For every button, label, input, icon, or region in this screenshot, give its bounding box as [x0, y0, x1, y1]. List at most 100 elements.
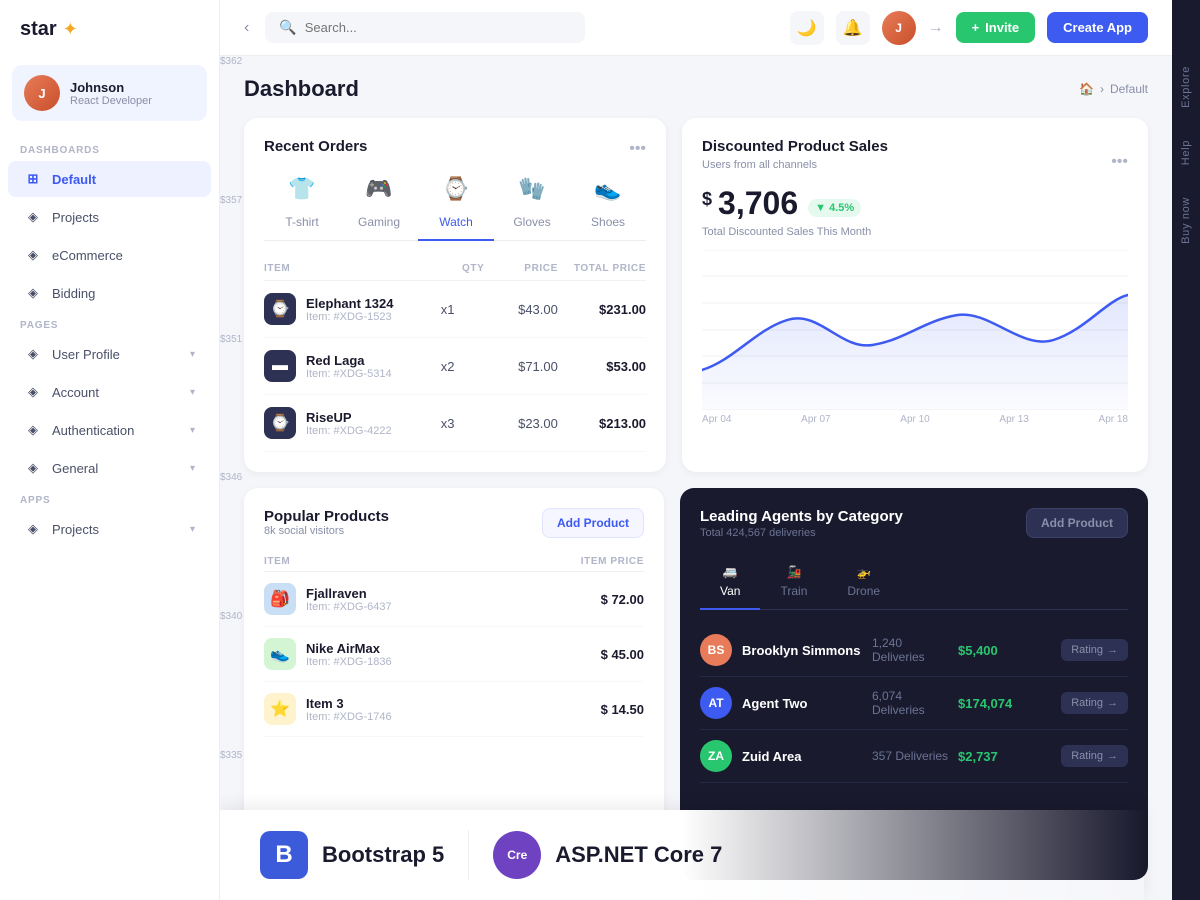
bidding-icon: ◈ [24, 284, 42, 302]
item-details: Nike AirMax Item: #XDG-1836 [306, 641, 392, 668]
item-cell: 🎒 Fjallraven Item: #XDG-6437 [264, 583, 517, 615]
agents-add-button[interactable]: Add Product [1026, 508, 1128, 538]
help-tab[interactable]: Help [1176, 134, 1196, 171]
tab-tshirt[interactable]: 👕 T-shirt [264, 159, 340, 241]
table-header: ITEM QTY PRICE TOTAL PRICE [264, 257, 646, 281]
section-dashboards: DASHBOARDS [0, 137, 219, 160]
arrow-right-icon: → [1107, 750, 1118, 762]
sidebar-item-default[interactable]: ⊞ Default [8, 161, 211, 197]
gloves-icon: 🧤 [512, 169, 552, 209]
product-image: 👟 [264, 638, 296, 670]
growth-badge: ▼ 4.5% [808, 199, 861, 217]
sidebar-item-label: Projects [52, 210, 195, 225]
sidebar-logo: star ✦ [0, 0, 219, 59]
drone-icon: 🚁 [856, 565, 871, 579]
notifications-button[interactable]: 🔔 [836, 11, 870, 45]
sidebar-item-ecommerce[interactable]: ◈ eCommerce [8, 237, 211, 273]
tab-gaming[interactable]: 🎮 Gaming [340, 159, 418, 241]
tab-watch[interactable]: ⌚ Watch [418, 159, 494, 241]
tab-gloves[interactable]: 🧤 Gloves [494, 159, 570, 241]
price-cell: $23.00 [484, 416, 557, 431]
buy-now-tab[interactable]: Buy now [1176, 191, 1196, 250]
collapse-button[interactable]: ‹ [244, 19, 249, 37]
user-avatar-button[interactable]: J [882, 11, 916, 45]
item-price: $ 72.00 [517, 592, 644, 607]
page-title: Dashboard [244, 76, 359, 102]
card-title-group: Discounted Product Sales Users from all … [702, 138, 888, 185]
breadcrumb-separator: › [1100, 82, 1104, 96]
tab-drone[interactable]: 🚁 Drone [827, 557, 900, 610]
item-name: Elephant 1324 [306, 296, 393, 311]
item-details: Fjallraven Item: #XDG-6437 [306, 586, 392, 613]
line-chart [702, 250, 1128, 410]
avatar: ZA [700, 740, 732, 772]
chart-area: $362 $357 $351 $346 $340 $335 $330 [702, 250, 1128, 429]
chart-wrapper: Apr 04 Apr 07 Apr 10 Apr 13 Apr 18 [702, 250, 1128, 429]
recent-orders-card: Recent Orders ••• 👕 T-shirt 🎮 Gaming [244, 118, 666, 472]
logo-text: star [20, 18, 57, 41]
rating-button[interactable]: Rating → [1061, 692, 1128, 714]
search-input[interactable] [305, 20, 572, 35]
tshirt-icon: 👕 [282, 169, 322, 209]
sidebar-item-general[interactable]: ◈ General ▾ [8, 450, 211, 486]
sidebar-item-projects[interactable]: ◈ Projects [8, 199, 211, 235]
bootstrap-badge: B [260, 831, 308, 879]
agent-name: Zuid Area [742, 749, 801, 764]
user-name: Johnson [70, 80, 152, 95]
breadcrumb: 🏠 › Default [1079, 82, 1148, 96]
sidebar-item-user-profile[interactable]: ◈ User Profile ▾ [8, 336, 211, 372]
top-cards-row: Recent Orders ••• 👕 T-shirt 🎮 Gaming [244, 118, 1148, 472]
auth-icon: ◈ [24, 421, 42, 439]
col-price: ITEM PRICE [517, 556, 644, 567]
sidebar-user[interactable]: J Johnson React Developer [12, 65, 207, 121]
rating-button[interactable]: Rating → [1061, 639, 1128, 661]
apps-projects-icon: ◈ [24, 520, 42, 538]
search-box[interactable]: 🔍 [265, 12, 585, 43]
agent-deliveries: 6,074 Deliveries [872, 689, 958, 717]
card-header: Recent Orders ••• [264, 138, 646, 159]
card-menu-button[interactable]: ••• [629, 140, 646, 158]
shoes-icon: 👟 [588, 169, 628, 209]
sidebar-item-label: eCommerce [52, 248, 195, 263]
table-row: ZA Zuid Area 357 Deliveries $2,737 Ratin… [700, 730, 1128, 783]
projects-icon: ◈ [24, 208, 42, 226]
avatar: BS [700, 634, 732, 666]
chart-container [702, 250, 1128, 410]
tab-drone-label: Drone [847, 584, 880, 598]
sidebar-item-apps-projects[interactable]: ◈ Projects ▾ [8, 511, 211, 547]
tab-train[interactable]: 🚂 Train [760, 557, 827, 610]
promo-divider [468, 830, 469, 880]
rating-button[interactable]: Rating → [1061, 745, 1128, 767]
tab-shoes[interactable]: 👟 Shoes [570, 159, 646, 241]
chevron-down-icon: ▾ [190, 425, 195, 436]
col-price: PRICE [484, 263, 557, 274]
item-cell: ▬ Red Laga Item: #XDG-5314 [264, 350, 411, 382]
sidebar-item-authentication[interactable]: ◈ Authentication ▾ [8, 412, 211, 448]
item-name: RiseUP [306, 410, 392, 425]
tab-van-label: Van [720, 584, 740, 598]
number-row: $ 3,706 ▼ 4.5% [702, 185, 1128, 222]
sidebar-item-account[interactable]: ◈ Account ▾ [8, 374, 211, 410]
add-product-button[interactable]: Add Product [542, 508, 644, 538]
chart-y-labels: $362 $357 $351 $346 $340 $335 $330 [220, 56, 242, 900]
breadcrumb-current: Default [1110, 82, 1148, 96]
sidebar-item-label: General [52, 461, 180, 476]
invite-button[interactable]: + Invite [956, 12, 1036, 43]
card-menu-button[interactable]: ••• [1111, 153, 1128, 171]
home-icon[interactable]: 🏠 [1079, 82, 1094, 96]
item-name: Item 3 [306, 696, 392, 711]
arrow-right-icon[interactable]: → [928, 19, 944, 37]
theme-toggle-button[interactable]: 🌙 [790, 11, 824, 45]
agent-category-tabs: 🚐 Van 🚂 Train 🚁 Drone [700, 557, 1128, 610]
item-name: Fjallraven [306, 586, 392, 601]
qty-cell: x3 [411, 416, 484, 431]
tab-van[interactable]: 🚐 Van [700, 557, 760, 610]
agent-details: Zuid Area [742, 749, 801, 764]
agent-earnings: $174,074 [958, 696, 1061, 711]
discounted-sales-card: Discounted Product Sales Users from all … [682, 118, 1148, 472]
promo-right: Cre ASP.NET Core 7 [493, 831, 722, 879]
create-app-button[interactable]: Create App [1047, 12, 1148, 43]
explore-tab[interactable]: Explore [1176, 60, 1196, 114]
sidebar-item-bidding[interactable]: ◈ Bidding [8, 275, 211, 311]
tab-shoes-label: Shoes [591, 215, 625, 229]
